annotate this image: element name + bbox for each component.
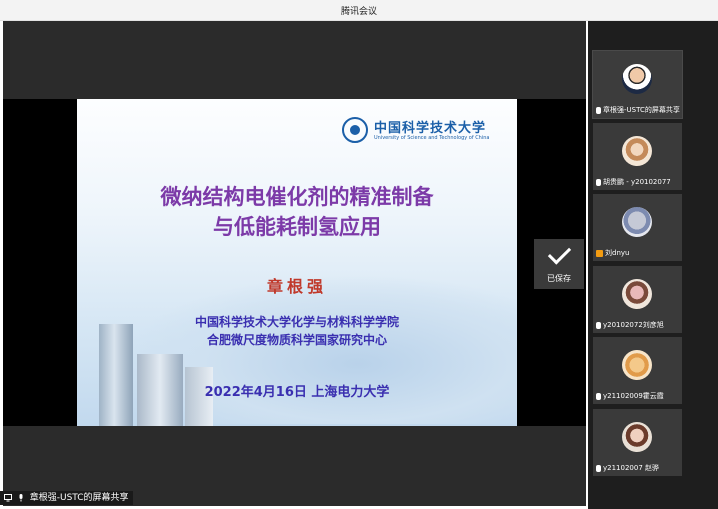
logo-chinese: 中国科学技术大学	[374, 121, 487, 136]
slide-date-venue: 2022年4月16日 上海电力大学	[204, 385, 390, 400]
slide-title-line2: 与低能耗制氢应用	[213, 215, 381, 239]
avatar	[622, 422, 652, 452]
stage-top-band	[3, 21, 586, 99]
university-logo: 中国科学技术大学 University of Science and Techn…	[342, 115, 502, 149]
participant-name: 章根强-USTC的屏幕共享	[596, 105, 680, 115]
participant-tile[interactable]: y21102007 赵骅	[593, 409, 682, 476]
shared-screen-area: 中国科学技术大学 University of Science and Techn…	[3, 21, 586, 506]
participant-tile[interactable]: 刘dnyu	[593, 194, 682, 261]
participant-name: 胡贵鹏 - y20102077	[596, 177, 671, 187]
mic-icon	[596, 321, 601, 329]
participant-name: y21102007 赵骅	[596, 463, 659, 473]
slide-affiliation: 合肥微尺度物质科学国家研究中心	[206, 333, 387, 347]
app-title: 腾讯会议	[340, 7, 377, 17]
participant-name: 刘dnyu	[596, 248, 629, 258]
mic-icon	[596, 464, 601, 472]
slide-author: 章根强	[266, 277, 327, 296]
avatar	[622, 136, 652, 166]
slide-title-line1: 微纳结构电催化剂的精准制备	[160, 185, 434, 209]
participant-tile[interactable]: 章根强-USTC的屏幕共享	[592, 50, 683, 119]
presentation-slide: 中国科学技术大学 University of Science and Techn…	[77, 99, 517, 426]
mic-icon	[596, 392, 601, 400]
participant-tile[interactable]: y20102072刘彦旭	[593, 266, 682, 333]
mic-icon	[596, 178, 601, 186]
screen-share-indicator[interactable]: 章根强-USTC的屏幕共享	[0, 491, 133, 505]
camera-icon	[596, 249, 603, 257]
screen-share-icon	[4, 493, 12, 501]
mic-icon	[19, 493, 23, 501]
participant-name: y20102072刘彦旭	[596, 320, 664, 330]
participant-sidebar: 章根强-USTC的屏幕共享 胡贵鹏 - y20102077 刘dnyu y201…	[588, 21, 718, 509]
participant-tile[interactable]: y21102009霍云霞	[593, 337, 682, 404]
participant-name: y21102009霍云霞	[596, 391, 664, 401]
avatar	[622, 207, 652, 237]
slide-affiliation: 中国科学技术大学化学与材料科学学院	[194, 315, 399, 329]
check-icon	[547, 241, 572, 265]
participant-tile[interactable]: 胡贵鹏 - y20102077	[593, 123, 682, 190]
avatar	[622, 350, 652, 380]
title-bar: 腾讯会议	[0, 0, 718, 21]
saved-label: 已保存	[547, 274, 571, 283]
screen-share-icon	[596, 106, 601, 114]
saved-toast: 已保存	[534, 239, 584, 289]
avatar	[622, 279, 652, 309]
seal-icon	[342, 117, 368, 143]
avatar	[622, 64, 652, 94]
logo-english: University of Science and Technology of …	[374, 135, 490, 141]
slide-viewport: 中国科学技术大学 University of Science and Techn…	[3, 99, 586, 426]
share-indicator-label: 章根强-USTC的屏幕共享	[29, 493, 129, 503]
